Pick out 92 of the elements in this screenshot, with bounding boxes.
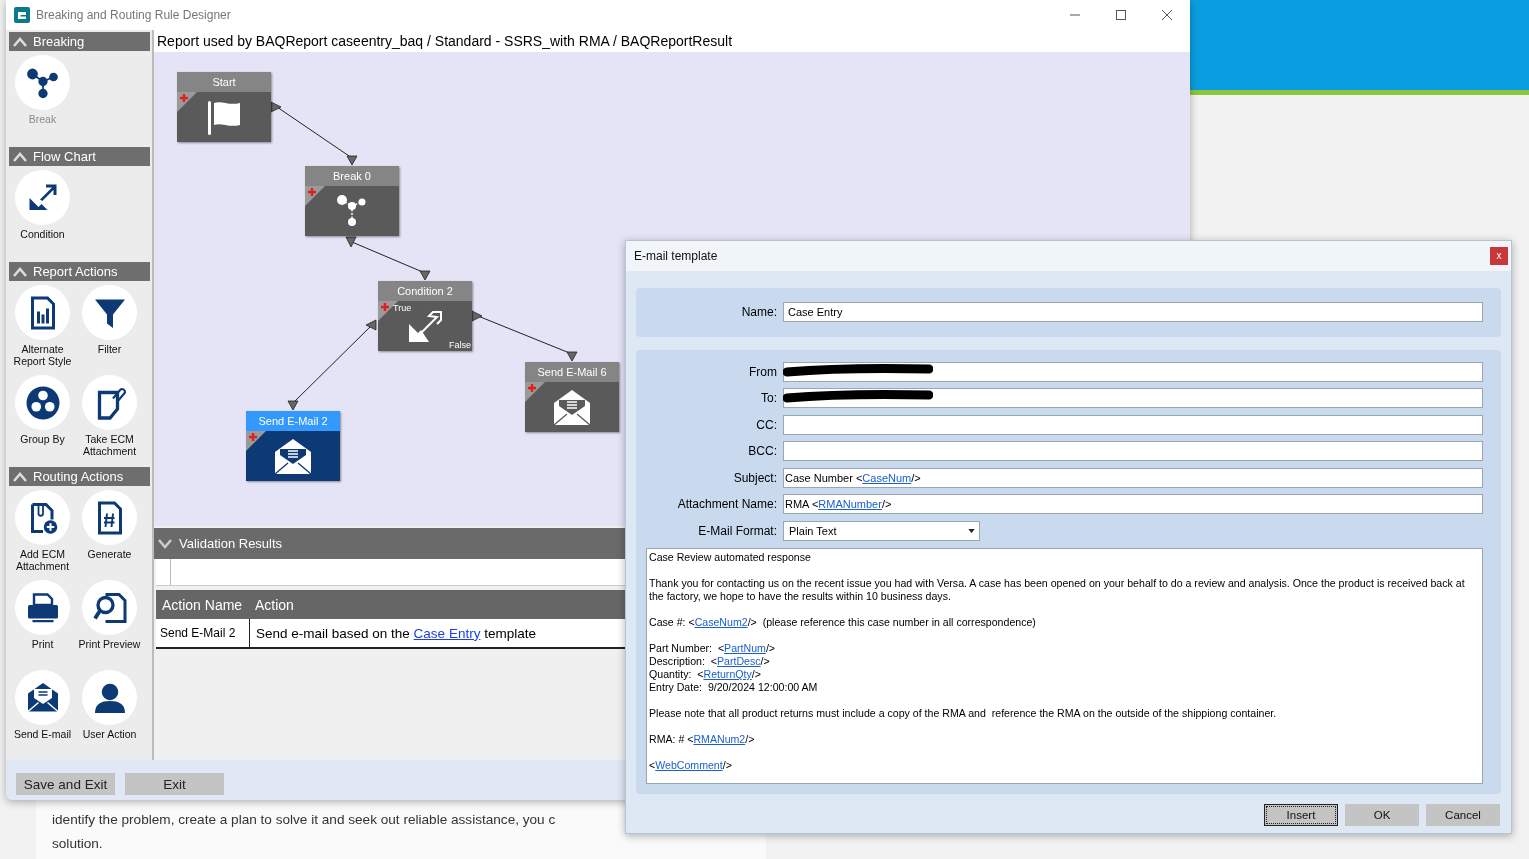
field-label: Attachment Name: xyxy=(676,497,778,512)
maximize-icon[interactable] xyxy=(1115,9,1127,21)
tool-label: Add ECM Attachment xyxy=(14,548,71,572)
flow-node[interactable]: Send E-Mail 6 xyxy=(525,362,619,432)
background-text: identify the problem, create a plan to solve it and seek out reliable assistance, you c xyxy=(52,811,557,829)
connector-arrow[interactable] xyxy=(287,319,377,411)
node-title: Start xyxy=(177,72,271,92)
tool-label: Send E-mail xyxy=(12,728,73,742)
email-body-line: RMA: # <RMANum2/> xyxy=(649,733,756,746)
add-icon[interactable] xyxy=(380,302,390,312)
field-label: From xyxy=(748,364,778,379)
field-label: Name: xyxy=(740,305,778,320)
input-field[interactable]: Case Number <CaseNum/> xyxy=(783,467,1483,488)
close-button[interactable]: x xyxy=(1490,247,1508,265)
flow-node[interactable]: Start xyxy=(177,72,271,142)
field-label: To: xyxy=(760,391,778,406)
input-field[interactable]: RMA <RMANumber/> xyxy=(783,494,1483,515)
section-header[interactable]: Routing Actions xyxy=(9,467,150,486)
connector-arrow[interactable] xyxy=(471,310,578,362)
tool-label: Generate xyxy=(86,548,133,562)
add-icon[interactable] xyxy=(179,93,189,103)
close-icon[interactable] xyxy=(1161,9,1173,21)
dialog-button[interactable]: Cancel xyxy=(1426,804,1500,826)
dialog-button[interactable]: OK xyxy=(1345,804,1419,826)
node-title: Break 0 xyxy=(305,166,399,186)
add-icon[interactable] xyxy=(248,432,258,442)
add-icon[interactable] xyxy=(527,383,537,393)
tool-label: Condition xyxy=(19,228,66,242)
format-dropdown[interactable]: Plain Text xyxy=(783,520,980,541)
merge-field-link[interactable]: RMANumber xyxy=(818,498,882,511)
flow-node[interactable]: Break 0 xyxy=(305,166,399,236)
merge-field-link[interactable]: CaseNum2 xyxy=(694,616,748,628)
field-label: CC: xyxy=(755,417,778,432)
tool-label: Group By xyxy=(19,433,66,447)
window-button[interactable]: Save and Exit xyxy=(16,773,115,795)
email-body-line: Entry Date: 9/20/2024 12:00:00 AM xyxy=(649,681,819,694)
tool-label: Print Preview xyxy=(77,638,142,652)
tool-label: Break xyxy=(27,113,58,127)
merge-field-link[interactable]: PartNum xyxy=(724,642,766,654)
input-field[interactable] xyxy=(783,414,1483,435)
merge-field-link[interactable]: CaseNum xyxy=(862,471,912,484)
input-field[interactable] xyxy=(783,361,1483,382)
node-title: Send E-Mail 6 xyxy=(525,362,619,382)
column-header[interactable]: Action Name xyxy=(156,596,249,613)
merge-field-link[interactable]: PartDesc xyxy=(717,655,761,667)
dialog-button[interactable]: Insert xyxy=(1264,804,1338,826)
tool-label: Print xyxy=(30,638,55,652)
table-cell: Send E-Mail 2 xyxy=(156,619,250,647)
email-body-line: Quantity: <ReturnQty/> xyxy=(649,668,762,681)
connector-arrow[interactable] xyxy=(270,101,358,166)
tool-label: Alternate Report Style xyxy=(12,343,73,367)
email-body-line: Case #: <CaseNum2/> (please reference this case number in all correspondence) xyxy=(649,616,1037,629)
window-title: Breaking and Routing Rule Designer xyxy=(36,8,231,22)
branch-label: True xyxy=(393,303,412,313)
merge-field-link[interactable]: Case Entry xyxy=(413,625,481,641)
name-field[interactable]: Case Entry xyxy=(783,302,1483,323)
email-body-line: Case Review automated response xyxy=(649,551,812,564)
background-text: solution. xyxy=(52,835,104,853)
field-label: BCC: xyxy=(747,444,778,459)
connector-arrow[interactable] xyxy=(345,236,431,281)
branch-label: False xyxy=(449,340,471,350)
email-body-line: <WebComment/> xyxy=(649,759,733,772)
dropdown-caret-icon xyxy=(967,528,975,533)
email-body-line: Description: <PartDesc/> xyxy=(649,655,771,668)
node-title: Send E-Mail 2 xyxy=(246,411,340,431)
add-icon[interactable] xyxy=(307,187,317,197)
email-body-line: Part Number: <PartNum/> xyxy=(649,642,776,655)
node-title: Condition 2 xyxy=(378,281,472,301)
tool-label: Filter xyxy=(96,343,123,357)
app-logo-icon xyxy=(14,7,30,23)
merge-field-link[interactable]: WebComment xyxy=(655,759,723,771)
email-body-line: Please note that all product returns must include a copy of the RMA and reference the RMA on the outside of the shippiong container. xyxy=(649,707,1278,720)
tool-label: User Action xyxy=(81,728,138,742)
tool-label: Take ECM Attachment xyxy=(81,433,138,457)
section-header[interactable]: Flow Chart xyxy=(9,147,150,166)
email-body-field[interactable] xyxy=(646,548,1483,784)
report-path: Report used by BAQReport caseentry_baq / Standard - SSRS_with RMA / BAQReportResult xyxy=(154,30,1190,52)
input-field[interactable] xyxy=(783,388,1483,409)
column-header[interactable]: Action xyxy=(249,596,294,613)
window-button[interactable]: Exit xyxy=(125,773,224,795)
section-header[interactable]: Breaking xyxy=(9,32,150,51)
merge-field-link[interactable]: ReturnQty xyxy=(703,668,752,680)
merge-field-link[interactable]: RMANum2 xyxy=(693,733,746,745)
field-label: E-Mail Format: xyxy=(697,523,778,538)
email-body-line: Thank you for contacting us on the recent issue you had with Versa. A case has been opened on your behalf to do a review and analysis. Once the product is received back at the factory, we hope to have the results within 10 business days. xyxy=(649,577,1466,603)
field-label: Subject: xyxy=(732,470,778,485)
table-cell-text: Send e-mail based on the Case Entry template xyxy=(255,624,536,643)
flow-node[interactable]: Condition 2 True False xyxy=(378,281,472,351)
group-by-icon xyxy=(24,384,61,421)
section-header[interactable]: Report Actions xyxy=(9,262,150,281)
dialog-title: E-mail template xyxy=(634,249,718,263)
input-field[interactable] xyxy=(783,441,1483,462)
